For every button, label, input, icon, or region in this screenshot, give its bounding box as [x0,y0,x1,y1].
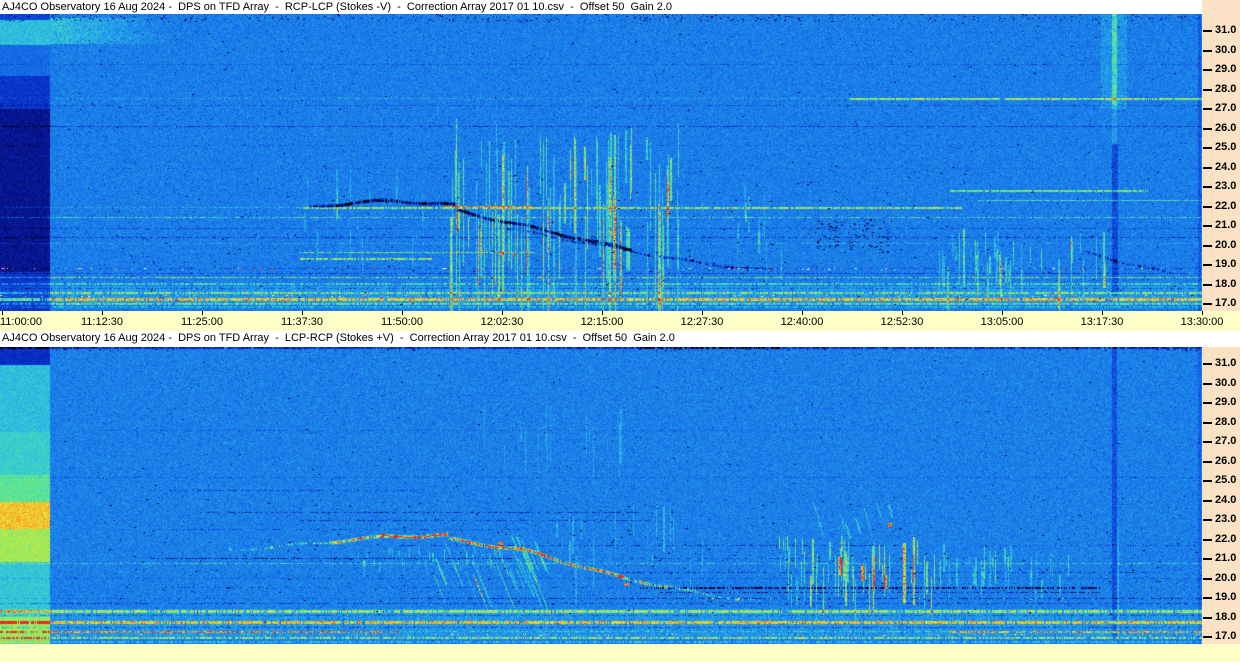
time-tick-mark [1202,311,1203,315]
time-tick-label: 11:25:00 [180,316,223,328]
panel1-frequency-scale: 31.0 30.0 29.0 28.0 27.0 26.0 25.0 24.0 23.0 22.0… [1202,0,1240,311]
freq-tick-label: 20.0 [1215,238,1237,251]
freq-tick-mark [1203,283,1212,286]
panel2-title: AJ4CO Observatory 16 Aug 2024 - DPS on T… [0,331,1240,347]
freq-tick-mark [1203,519,1212,521]
freq-tick-mark [1203,264,1212,266]
time-tick-label: 12:02:30 [480,316,524,328]
time-tick-label: 11:00:00 [0,316,43,328]
freq-tick-label: 30.0 [1215,43,1237,56]
time-tick-label: 11:50:00 [380,316,423,328]
freq-tick-label: 28.0 [1215,415,1237,428]
freq-tick-label: 19.0 [1215,258,1237,270]
time-tick-label: 12:52:30 [880,316,924,328]
freq-tick-mark [1203,30,1212,32]
freq-tick-label: 27.0 [1215,435,1237,447]
freq-tick-label: 26.0 [1215,454,1237,467]
freq-tick-mark [1203,480,1212,482]
freq-tick-label: 26.0 [1215,121,1237,134]
freq-tick-mark [1203,205,1212,208]
freq-tick-mark [1203,402,1212,404]
freq-tick-label: 21.0 [1215,552,1237,564]
time-tick-label: 13:17:30 [1080,316,1124,328]
freq-tick-mark [1203,166,1212,169]
panel1-spectrogram[interactable] [0,14,1202,311]
time-tick-mark [102,311,103,315]
time-tick-mark [1102,311,1103,315]
freq-tick-mark [1203,108,1212,110]
freq-tick-label: 23.0 [1215,180,1237,192]
freq-tick-label: 17.0 [1215,630,1237,642]
freq-tick-mark [1203,147,1212,149]
time-tick-label: 11:12:30 [80,316,123,328]
panel2: 31.0 30.0 29.0 28.0 27.0 26.0 25.0 24.0 23.0 22.0… [0,347,1240,644]
freq-tick-label: 22.0 [1215,199,1237,212]
freq-tick-label: 24.0 [1215,493,1237,506]
time-tick-mark [302,311,303,315]
panel1-title: AJ4CO Observatory 16 Aug 2024 - DPS on T… [0,0,1202,14]
freq-tick-mark [1203,499,1212,502]
freq-tick-label: 18.0 [1215,277,1237,290]
freq-tick-label: 18.0 [1215,610,1237,623]
panel2-spectrogram[interactable] [0,347,1202,644]
time-tick-label: 12:15:00 [580,316,624,328]
freq-tick-mark [1203,244,1212,247]
freq-tick-label: 27.0 [1215,102,1237,114]
freq-tick-label: 28.0 [1215,82,1237,95]
freq-tick-mark [1203,382,1212,385]
time-tick-label: 13:05:00 [980,316,1024,328]
time-tick-mark [402,311,403,315]
freq-tick-mark [1203,69,1212,71]
freq-tick-label: 24.0 [1215,160,1237,173]
freq-tick-mark [1203,225,1212,227]
freq-tick-mark [1203,538,1212,541]
freq-tick-mark [1203,616,1212,619]
freq-tick-mark [1203,577,1212,580]
freq-tick-mark [1203,441,1212,443]
time-tick-label: 11:37:30 [280,316,323,328]
freq-tick-label: 31.0 [1215,357,1237,369]
freq-tick-label: 30.0 [1215,376,1237,389]
freq-tick-label: 29.0 [1215,396,1237,408]
freq-tick-label: 25.0 [1215,141,1237,153]
time-tick-mark [1002,311,1003,315]
time-tick-mark [2,311,3,315]
time-tick-mark [902,311,903,315]
freq-tick-mark [1203,460,1212,463]
time-tick-mark [702,311,703,315]
panel2-frequency-scale: 31.0 30.0 29.0 28.0 27.0 26.0 25.0 24.0 23.0 22.0… [1202,347,1240,644]
spectrograph-window: AJ4CO Observatory 16 Aug 2024 - DPS on T… [0,0,1240,664]
freq-tick-mark [1203,421,1212,424]
freq-tick-label: 22.0 [1215,532,1237,545]
freq-tick-mark [1203,597,1212,599]
freq-tick-mark [1203,363,1212,365]
freq-tick-label: 23.0 [1215,513,1237,525]
freq-tick-mark [1203,186,1212,188]
time-tick-label: 13:30:00 [1180,316,1224,328]
time-tick-label: 12:40:00 [780,316,824,328]
time-tick-label: 12:27:30 [680,316,724,328]
bottom-strip [0,644,1240,664]
time-tick-mark [502,311,503,315]
freq-tick-mark [1203,303,1212,305]
freq-tick-mark [1203,636,1212,638]
freq-tick-label: 31.0 [1215,24,1237,36]
freq-tick-label: 19.0 [1215,591,1237,603]
freq-tick-mark [1203,49,1212,52]
panel1: AJ4CO Observatory 16 Aug 2024 - DPS on T… [0,0,1240,311]
freq-tick-label: 25.0 [1215,474,1237,486]
freq-tick-label: 20.0 [1215,571,1237,584]
time-tick-mark [602,311,603,315]
time-tick-mark [802,311,803,315]
freq-tick-label: 17.0 [1215,297,1237,309]
freq-tick-label: 21.0 [1215,219,1237,231]
freq-tick-mark [1203,127,1212,130]
freq-tick-mark [1203,558,1212,560]
time-axis: 11:00:00 11:12:30 11:25:00 11:37:30 11:50:00… [0,311,1240,331]
freq-tick-mark [1203,88,1212,91]
freq-tick-label: 29.0 [1215,63,1237,75]
time-tick-mark [202,311,203,315]
